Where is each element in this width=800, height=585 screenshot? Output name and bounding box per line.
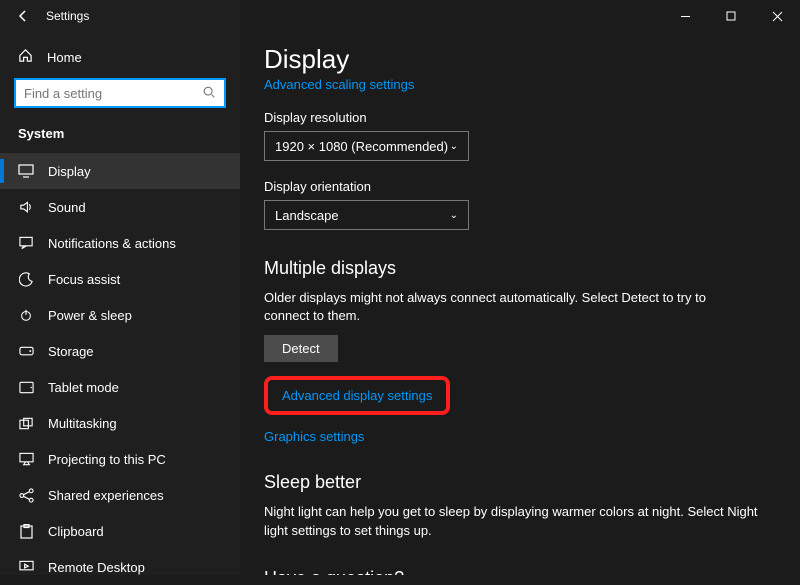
sidebar-item-multitasking[interactable]: Multitasking — [0, 405, 240, 441]
sidebar-item-focus-assist[interactable]: Focus assist — [0, 261, 240, 297]
focus-assist-icon — [18, 271, 34, 287]
notifications-icon — [18, 235, 34, 251]
sleep-better-heading: Sleep better — [264, 472, 776, 493]
sidebar-item-label: Sound — [48, 200, 86, 215]
close-icon — [772, 11, 783, 22]
home-label: Home — [47, 50, 82, 65]
sidebar-item-label: Clipboard — [48, 524, 104, 539]
minimize-button[interactable] — [662, 0, 708, 32]
home-icon — [18, 48, 33, 66]
title-bar: Settings — [0, 0, 800, 32]
sidebar-item-label: Display — [48, 164, 91, 179]
search-input[interactable] — [24, 86, 202, 101]
back-button[interactable] — [0, 0, 46, 32]
sidebar-item-label: Shared experiences — [48, 488, 164, 503]
window-title: Settings — [46, 9, 89, 23]
minimize-icon — [680, 11, 691, 22]
group-header: System — [0, 122, 240, 153]
nav-list: Display Sound Notifications & actions Fo… — [0, 153, 240, 585]
multitasking-icon — [18, 415, 34, 431]
page-heading: Display — [264, 44, 776, 75]
resolution-value: 1920 × 1080 (Recommended) — [275, 139, 448, 154]
sidebar-item-storage[interactable]: Storage — [0, 333, 240, 369]
graphics-settings-link[interactable]: Graphics settings — [264, 429, 364, 444]
tablet-icon — [18, 379, 34, 395]
sidebar-item-label: Remote Desktop — [48, 560, 145, 575]
sidebar-item-label: Storage — [48, 344, 94, 359]
detect-button[interactable]: Detect — [264, 335, 338, 362]
maximize-button[interactable] — [708, 0, 754, 32]
sleep-better-desc: Night light can help you get to sleep by… — [264, 503, 776, 539]
chevron-down-icon: ⌄ — [450, 210, 458, 221]
sidebar-item-label: Notifications & actions — [48, 236, 176, 251]
advanced-scaling-link[interactable]: Advanced scaling settings — [264, 77, 414, 92]
orientation-label: Display orientation — [264, 179, 776, 194]
sound-icon — [18, 199, 34, 215]
sidebar-item-tablet-mode[interactable]: Tablet mode — [0, 369, 240, 405]
sidebar-item-label: Tablet mode — [48, 380, 119, 395]
sidebar-item-label: Multitasking — [48, 416, 117, 431]
chevron-down-icon: ⌄ — [450, 141, 458, 152]
sidebar-item-label: Power & sleep — [48, 308, 132, 323]
sidebar: Home System Display Sound Notifications … — [0, 0, 240, 575]
storage-icon — [18, 343, 34, 359]
remote-desktop-icon — [18, 559, 34, 575]
multiple-displays-heading: Multiple displays — [264, 258, 776, 279]
sidebar-item-label: Projecting to this PC — [48, 452, 166, 467]
maximize-icon — [726, 11, 736, 21]
search-icon — [202, 85, 216, 102]
sidebar-item-clipboard[interactable]: Clipboard — [0, 513, 240, 549]
sidebar-item-label: Focus assist — [48, 272, 120, 287]
sidebar-item-sound[interactable]: Sound — [0, 189, 240, 225]
sidebar-item-display[interactable]: Display — [0, 153, 240, 189]
orientation-value: Landscape — [275, 208, 339, 223]
home-button[interactable]: Home — [0, 40, 240, 78]
sidebar-item-projecting[interactable]: Projecting to this PC — [0, 441, 240, 477]
advanced-display-link[interactable]: Advanced display settings — [282, 388, 432, 403]
multiple-displays-desc: Older displays might not always connect … — [264, 289, 744, 325]
display-icon — [18, 163, 34, 179]
sidebar-item-notifications[interactable]: Notifications & actions — [0, 225, 240, 261]
sidebar-item-remote-desktop[interactable]: Remote Desktop — [0, 549, 240, 585]
resolution-dropdown[interactable]: 1920 × 1080 (Recommended) ⌄ — [264, 131, 469, 161]
content-pane: Display Advanced scaling settings Displa… — [240, 32, 800, 575]
sidebar-item-shared-experiences[interactable]: Shared experiences — [0, 477, 240, 513]
resolution-label: Display resolution — [264, 110, 776, 125]
search-box[interactable] — [14, 78, 226, 108]
sidebar-item-power-sleep[interactable]: Power & sleep — [0, 297, 240, 333]
highlight-box: Advanced display settings — [264, 376, 450, 415]
power-icon — [18, 307, 34, 323]
projecting-icon — [18, 451, 34, 467]
shared-icon — [18, 487, 34, 503]
arrow-left-icon — [16, 9, 30, 23]
close-button[interactable] — [754, 0, 800, 32]
orientation-dropdown[interactable]: Landscape ⌄ — [264, 200, 469, 230]
question-heading: Have a question? — [264, 568, 776, 575]
clipboard-icon — [18, 523, 34, 539]
